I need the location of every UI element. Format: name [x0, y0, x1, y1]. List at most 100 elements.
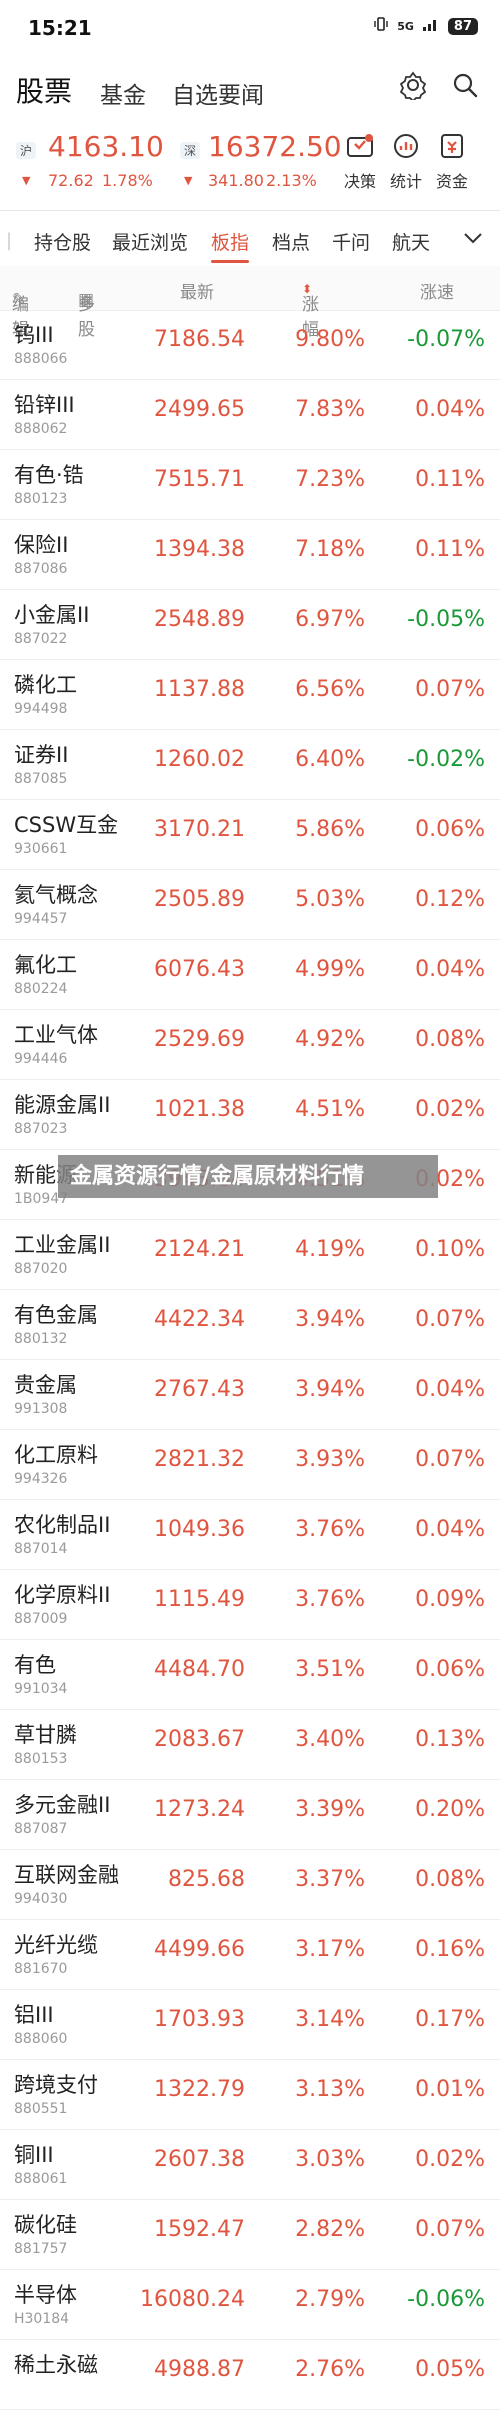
status-bar: 15:21 5G 87 — [0, 0, 500, 56]
arrow-down-icon: ▼ — [22, 174, 31, 187]
tab-aerospace[interactable]: 航天 — [392, 228, 430, 255]
change-speed: 0.05% — [415, 2357, 485, 2382]
chevron-down-icon[interactable] — [462, 230, 484, 250]
list-item[interactable]: 多元金融II 887087 1273.24 3.39% 0.20% — [0, 1780, 500, 1850]
change-speed: 0.07% — [415, 1447, 485, 1472]
list-item[interactable]: 工业金属II 887020 2124.21 4.19% 0.10% — [0, 1220, 500, 1290]
col-speed[interactable]: 涨速 — [420, 278, 454, 303]
list-item[interactable]: 氦气概念 994457 2505.89 5.03% 0.12% — [0, 870, 500, 940]
list-item[interactable]: 铅锌III 888062 2499.65 7.83% 0.04% — [0, 380, 500, 450]
index-percent: 2.13% — [266, 171, 317, 190]
latest-price: 1137.88 — [154, 677, 245, 702]
statistics-button[interactable]: 统计 — [382, 132, 430, 192]
list-item[interactable]: 小金属II 887022 2548.89 6.97% -0.05% — [0, 590, 500, 660]
sector-code: 994457 — [14, 911, 68, 927]
list-item[interactable]: 氟化工 880224 6076.43 4.99% 0.04% — [0, 940, 500, 1010]
list-item[interactable]: 有色金属 880132 4422.34 3.94% 0.07% — [0, 1290, 500, 1360]
list-item[interactable]: 铝III 888060 1703.93 3.14% 0.17% — [0, 1990, 500, 2060]
sector-code: H30184 — [14, 2311, 70, 2327]
list-item[interactable]: 草甘膦 880153 2083.67 3.40% 0.13% — [0, 1710, 500, 1780]
latest-price: 3170.21 — [154, 817, 245, 842]
change-speed: 0.07% — [415, 677, 485, 702]
latest-price: 2548.89 — [154, 607, 245, 632]
list-item[interactable]: 化学原料II 887009 1115.49 3.76% 0.09% — [0, 1570, 500, 1640]
list-item[interactable]: 有色 991034 4484.70 3.51% 0.06% — [0, 1640, 500, 1710]
overlay-caption: 金属资源行情/金属原材料行情 — [58, 1155, 438, 1198]
tab-sector-index[interactable]: 板指 — [211, 228, 249, 255]
sector-name: 农化制品II — [14, 1513, 111, 1537]
list-item[interactable]: 农化制品II 887014 1049.36 3.76% 0.04% — [0, 1500, 500, 1570]
sector-name: 有色 — [14, 1653, 56, 1677]
latest-price: 825.68 — [168, 1867, 245, 1892]
change-percent: 3.39% — [295, 1797, 365, 1822]
tab-anchor[interactable]: 档点 — [272, 228, 310, 255]
sector-list: 钨III 888066 7186.54 9.80% -0.07% 铅锌III 888062 2… — [0, 310, 500, 2410]
list-item[interactable]: 能源金属II 887023 1021.38 4.51% 0.02% — [0, 1080, 500, 1150]
sector-code: 887020 — [14, 1261, 68, 1277]
nav-watchlist-news[interactable]: 自选要闻 — [172, 76, 264, 110]
tab-scroll-indicator: | — [6, 230, 13, 251]
change-speed: 0.20% — [415, 1797, 485, 1822]
sector-code: 994030 — [14, 1891, 68, 1907]
change-speed: -0.07% — [407, 327, 485, 352]
list-item[interactable]: 贵金属 991308 2767.43 3.94% 0.04% — [0, 1360, 500, 1430]
latest-price: 1703.93 — [154, 2007, 245, 2032]
tab-recent[interactable]: 最近浏览 — [112, 228, 188, 255]
latest-price: 1592.47 — [154, 2217, 245, 2242]
latest-price: 4988.87 — [154, 2357, 245, 2382]
sector-name: 碳化硅 — [14, 2213, 77, 2237]
funds-button[interactable]: 资金 — [428, 132, 476, 192]
nav-stocks[interactable]: 股票 — [16, 70, 72, 110]
list-item[interactable]: 保险II 887086 1394.38 7.18% 0.11% — [0, 520, 500, 590]
list-item[interactable]: 半导体 H30184 16080.24 2.79% -0.06% — [0, 2270, 500, 2340]
statistics-icon — [391, 134, 421, 164]
change-percent: 3.40% — [295, 1727, 365, 1752]
change-speed: 0.08% — [415, 1867, 485, 1892]
change-percent: 4.99% — [295, 957, 365, 982]
sector-name: 有色·锆 — [14, 463, 84, 487]
list-item[interactable]: 铜III 888061 2607.38 3.03% 0.02% — [0, 2130, 500, 2200]
active-tab-indicator — [211, 260, 249, 263]
sector-code: 994498 — [14, 701, 68, 717]
latest-price: 4422.34 — [154, 1307, 245, 1332]
sector-name: 铅锌III — [14, 393, 75, 417]
list-item[interactable]: 光纤光缆 881670 4499.66 3.17% 0.16% — [0, 1920, 500, 1990]
nav-funds[interactable]: 基金 — [100, 76, 146, 110]
list-item[interactable]: 钨III 888066 7186.54 9.80% -0.07% — [0, 310, 500, 380]
index-change: 72.62 — [48, 171, 94, 190]
sector-name: 稀土永磁 — [14, 2353, 98, 2377]
change-speed: 0.02% — [415, 1097, 485, 1122]
category-tabs: | 持仓股 最近浏览 板指 档点 千问 航天 — [0, 218, 500, 266]
sector-code: 994446 — [14, 1051, 68, 1067]
list-item[interactable]: 证券II 887085 1260.02 6.40% -0.02% — [0, 730, 500, 800]
list-item[interactable]: 有色·锆 880123 7515.71 7.23% 0.11% — [0, 450, 500, 520]
decision-button[interactable]: 决策 — [336, 132, 384, 192]
search-icon[interactable] — [450, 70, 480, 104]
list-item[interactable]: 磷化工 994498 1137.88 6.56% 0.07% — [0, 660, 500, 730]
list-item[interactable]: CSSW互金 930661 3170.21 5.86% 0.06% — [0, 800, 500, 870]
settings-icon[interactable] — [398, 70, 428, 104]
change-speed: 0.11% — [415, 467, 485, 492]
tab-holdings[interactable]: 持仓股 — [34, 228, 91, 255]
tab-qianwen[interactable]: 千问 — [332, 228, 370, 255]
sector-code: 991034 — [14, 1681, 68, 1697]
sector-code: 880123 — [14, 491, 68, 507]
list-item[interactable]: 化工原料 994326 2821.32 3.93% 0.07% — [0, 1430, 500, 1500]
change-percent: 7.18% — [295, 537, 365, 562]
market-indices: 沪 4163.10 ▼ 72.62 1.78% 深 16372.50 ▼ 341… — [0, 126, 500, 202]
sector-code: 887085 — [14, 771, 68, 787]
change-speed: 0.01% — [415, 2077, 485, 2102]
arrow-down-icon: ▼ — [184, 174, 193, 187]
sector-code: 880551 — [14, 2101, 68, 2117]
sector-code: 880153 — [14, 1751, 68, 1767]
list-item[interactable]: 碳化硅 881757 1592.47 2.82% 0.07% — [0, 2200, 500, 2270]
sector-code: 888061 — [14, 2171, 68, 2187]
col-change[interactable]: 涨幅 ⬍ — [302, 278, 319, 340]
list-item[interactable]: 工业气体 994446 2529.69 4.92% 0.08% — [0, 1010, 500, 1080]
list-item[interactable]: 互联网金融 994030 825.68 3.37% 0.08% — [0, 1850, 500, 1920]
col-latest[interactable]: 最新 — [180, 278, 214, 303]
list-item[interactable]: 稀土永磁 4988.87 2.76% 0.05% — [0, 2340, 500, 2410]
sector-name: 多元金融II — [14, 1793, 111, 1817]
list-item[interactable]: 跨境支付 880551 1322.79 3.13% 0.01% — [0, 2060, 500, 2130]
change-percent: 9.80% — [295, 327, 365, 352]
